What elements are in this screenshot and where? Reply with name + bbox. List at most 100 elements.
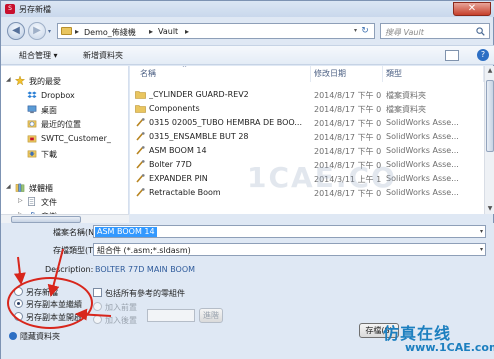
prefix-suffix-input[interactable] (147, 309, 195, 322)
file-date: 2014/8/17 下午 0... (314, 105, 382, 114)
file-name: 0315_ENSAMBLE BUT 28 (149, 132, 249, 141)
file-type: SolidWorks Asse... (386, 132, 459, 141)
savetype-select[interactable]: 組合件 (*.asm;*.sldasm) ▾ (93, 243, 486, 256)
breadcrumb-demo[interactable]: Demo_佈綫機 (84, 27, 136, 38)
sidebar-item-label: SWTC_Customer_ (41, 134, 111, 143)
radio-add-prefix[interactable] (93, 302, 102, 311)
close-button[interactable]: ✕ (453, 2, 491, 16)
file-name: Components (149, 104, 200, 113)
sidebar-item-dropbox[interactable]: Dropbox (1, 89, 128, 103)
sidebar-item-label: 下載 (41, 150, 57, 159)
star-icon (15, 76, 25, 85)
expand-icon[interactable]: ▷ (18, 197, 23, 204)
assembly-icon (136, 174, 145, 183)
file-name: ASM BOOM 14 (149, 146, 207, 155)
column-header-label: 名稱 (140, 69, 156, 78)
sidebar-item-label: 最近的位置 (41, 120, 81, 129)
folder-icon (135, 105, 146, 113)
file-date: 2014/8/17 下午 0... (314, 133, 382, 142)
advanced-button[interactable]: 進階 (199, 308, 223, 323)
sidebar-item-recent-places[interactable]: 最近的位置 (1, 117, 128, 131)
sidebar-item-documents[interactable]: ▷ 文件 (1, 195, 128, 209)
column-header-type[interactable]: 類型 (383, 66, 484, 82)
scroll-down-arrow[interactable]: ▼ (485, 204, 494, 214)
file-date: 2014/8/17 下午 0... (314, 147, 382, 156)
new-folder-button[interactable]: 新增資料夾 (83, 50, 123, 61)
sidebar-item-label: 桌面 (41, 106, 57, 115)
library-icon (15, 183, 25, 192)
command-toolbar: 組合管理 ▾ 新增資料夾 ? (1, 45, 494, 65)
column-header-name[interactable]: ^ 名稱 (130, 66, 311, 82)
file-type: SolidWorks Asse... (386, 188, 459, 197)
sort-indicator: ^ (182, 66, 188, 72)
hide-folders-label: 隱藏資料夾 (20, 332, 60, 341)
radio-add-suffix[interactable] (93, 315, 102, 324)
sidebar-item-libraries[interactable]: ◢ 媒體櫃 (1, 181, 128, 195)
scroll-thumb[interactable] (486, 80, 494, 152)
scroll-up-arrow[interactable]: ▲ (485, 66, 494, 76)
desktop-icon (27, 105, 37, 114)
file-type: SolidWorks Asse... (386, 160, 459, 169)
breadcrumb-vault[interactable]: Vault (158, 27, 178, 36)
file-row[interactable]: 0315 02005_TUBO HEMBRA DE BOO... 2014/8/… (130, 116, 484, 130)
assembly-icon (136, 160, 145, 169)
collapse-arrow-icon (9, 332, 17, 340)
file-row[interactable]: 0315_ENSAMBLE BUT 28 2014/8/17 下午 0... S… (130, 130, 484, 144)
watermark-text: 1CAE.CO (247, 161, 397, 194)
title-bar: S 另存新檔 ✕ (1, 1, 494, 17)
back-button[interactable]: ◀ (7, 22, 25, 40)
forward-button[interactable]: ▶ (28, 22, 46, 40)
savetype-value: 組合件 (*.asm;*.sldasm) (97, 246, 191, 255)
search-input[interactable]: 搜尋 Vault (380, 23, 490, 39)
sidebar-horizontal-scrollbar[interactable] (1, 214, 129, 223)
file-row[interactable]: ASM BOOM 14 2014/8/17 下午 0... SolidWorks… (130, 144, 484, 158)
sidebar-item-label: 文件 (41, 198, 57, 207)
file-type: SolidWorks Asse... (386, 118, 459, 127)
recent-locations-dropdown[interactable]: ▾ (48, 28, 51, 35)
column-header-date[interactable]: 修改日期 (311, 66, 383, 82)
assembly-icon (136, 146, 145, 155)
address-bar[interactable]: ▸ Demo_佈綫機 ▸ Vault ▸ ▾ ↻ (57, 23, 375, 39)
refresh-icon[interactable]: ↻ (358, 25, 372, 37)
include-references-checkbox[interactable] (93, 288, 102, 297)
file-list-scrollbar[interactable]: ▲ ▼ (484, 66, 494, 214)
view-options-icon[interactable] (445, 50, 459, 61)
sidebar-item-downloads[interactable]: 下載 (1, 147, 128, 161)
file-name: 0315 02005_TUBO HEMBRA DE BOO... (149, 118, 302, 127)
savetype-label: 存檔類型(T): (53, 246, 99, 255)
recent-places-icon (27, 120, 37, 128)
sidebar-item-label: 我的最愛 (29, 77, 61, 86)
sidebar-item-desktop[interactable]: 桌面 (1, 103, 128, 117)
savetype-dropdown-icon[interactable]: ▾ (480, 246, 483, 253)
description-value: BOLTER 77D MAIN BOOM (95, 265, 196, 274)
add-suffix-label: 加入後置 (105, 316, 137, 325)
folder-icon (135, 91, 146, 99)
help-icon[interactable]: ? (477, 49, 489, 61)
sidebar-item-favorites[interactable]: ◢ 我的最愛 (1, 74, 128, 88)
collapse-icon[interactable]: ◢ (6, 76, 11, 83)
sidebar-item-vault[interactable]: SWTC_Customer_ (1, 132, 128, 146)
assembly-icon (136, 132, 145, 141)
address-dropdown[interactable]: ▾ (354, 27, 357, 34)
filename-dropdown-icon[interactable]: ▾ (480, 228, 483, 235)
path-separator[interactable]: ▸ (185, 27, 189, 36)
download-icon (27, 150, 37, 158)
assembly-icon (136, 188, 145, 197)
file-date: 2014/8/17 下午 0... (314, 119, 382, 128)
scroll-thumb[interactable] (11, 216, 81, 223)
navigation-pane: ◢ 我的最愛 Dropbox 桌面 最近的位置 SWTC_Customer_ 下… (1, 66, 129, 214)
annotation-ellipse (7, 277, 93, 329)
sidebar-item-label: 媒體櫃 (29, 184, 53, 193)
path-separator[interactable]: ▸ (149, 27, 153, 36)
search-placeholder: 搜尋 Vault (385, 28, 424, 37)
file-type: 檔案資料夾 (386, 105, 426, 114)
filename-input[interactable]: ASM BOOM 14 ▾ (93, 225, 486, 238)
file-name: _CYLINDER GUARD-REV2 (149, 90, 249, 99)
collapse-icon[interactable]: ◢ (6, 183, 11, 190)
file-row[interactable]: Components 2014/8/17 下午 0... 檔案資料夾 (130, 102, 484, 116)
path-separator[interactable]: ▸ (75, 27, 79, 36)
organize-button[interactable]: 組合管理 ▾ (19, 50, 58, 61)
window-title: 另存新檔 (19, 5, 51, 14)
file-row[interactable]: _CYLINDER GUARD-REV2 2014/8/17 下午 0... 檔… (130, 88, 484, 102)
folder-icon (61, 27, 72, 35)
